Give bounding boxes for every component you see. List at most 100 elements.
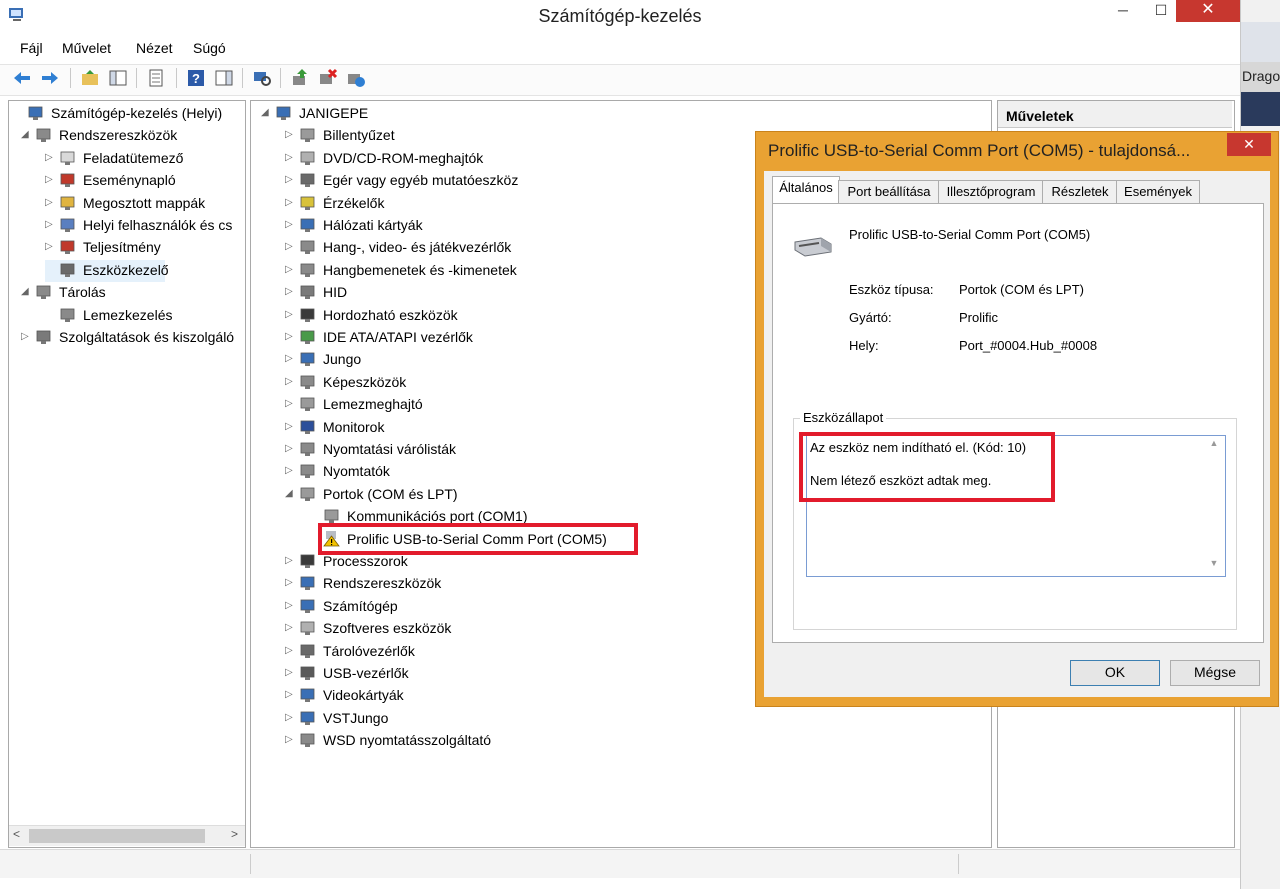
device-icon xyxy=(299,374,316,390)
cancel-button[interactable]: Mégse xyxy=(1170,660,1260,686)
menu-file[interactable]: Fájl xyxy=(20,40,43,56)
device-icon xyxy=(323,508,340,524)
device-icon xyxy=(299,127,316,143)
expand-arrow-icon[interactable]: ▷ xyxy=(45,148,57,168)
expand-arrow-icon[interactable]: ▷ xyxy=(285,125,297,145)
expand-arrow-icon[interactable]: ▷ xyxy=(285,372,297,392)
expand-arrow-icon[interactable]: ▷ xyxy=(285,461,297,481)
expand-arrow-icon[interactable]: ▷ xyxy=(285,663,297,683)
collapse-arrow-icon[interactable]: ◢ xyxy=(285,484,297,504)
device-name: Prolific USB-to-Serial Comm Port (COM5) xyxy=(849,227,1091,242)
tab-details[interactable]: Részletek xyxy=(1042,180,1118,203)
row-label: IDE ATA/ATAPI vezérlők xyxy=(323,329,473,345)
scroll-left-icon[interactable]: < xyxy=(13,827,20,841)
row-label: Érzékelők xyxy=(323,194,385,211)
expand-arrow-icon[interactable]: ▷ xyxy=(285,282,297,302)
collapse-arrow-icon[interactable]: ◢ xyxy=(261,103,273,123)
expand-arrow-icon[interactable]: ▷ xyxy=(285,708,297,728)
maximize-button[interactable]: ☐ xyxy=(1146,0,1176,22)
status-bar xyxy=(0,849,1240,878)
expand-arrow-icon[interactable]: ▷ xyxy=(285,215,297,235)
row-label: Teljesítmény xyxy=(83,239,161,256)
expand-arrow-icon[interactable]: ▷ xyxy=(285,260,297,280)
expand-arrow-icon[interactable]: ▷ xyxy=(285,730,297,750)
device-status-legend: Eszközállapot xyxy=(800,410,887,425)
expand-arrow-icon[interactable]: ▷ xyxy=(285,237,297,257)
device-icon xyxy=(299,195,316,211)
horizontal-scrollbar[interactable]: < > xyxy=(9,825,245,846)
scroll-right-icon[interactable]: > xyxy=(231,827,238,841)
scan-hardware-icon[interactable] xyxy=(252,68,272,88)
expand-arrow-icon[interactable]: ▷ xyxy=(285,618,297,638)
help-icon[interactable]: ? xyxy=(186,68,206,88)
action-pane-icon[interactable] xyxy=(214,68,234,88)
minimize-button[interactable]: ─ xyxy=(1100,0,1146,22)
expand-arrow-icon[interactable]: ▷ xyxy=(285,327,297,347)
device-icon xyxy=(299,419,316,435)
dialog-title: Prolific USB-to-Serial Comm Port (COM5) … xyxy=(768,141,1191,160)
expand-arrow-icon[interactable]: ▷ xyxy=(285,596,297,616)
expand-arrow-icon[interactable]: ▷ xyxy=(285,170,297,190)
tree-item[interactable]: Eszközkezelő xyxy=(45,259,169,282)
row-label: Tárolás xyxy=(59,284,106,301)
device-icon xyxy=(299,710,316,726)
menu-view[interactable]: Nézet xyxy=(136,40,173,56)
show-tree-icon[interactable] xyxy=(108,68,128,88)
properties-icon[interactable] xyxy=(146,68,166,88)
row-label: Tárolóvezérlők xyxy=(323,642,415,659)
toolbar-separator xyxy=(242,68,243,88)
status-divider xyxy=(958,854,959,874)
tab-general[interactable]: Általános xyxy=(772,176,840,204)
device-type-value: Portok (COM és LPT) xyxy=(959,282,1084,297)
dialog-close-button[interactable]: ✕ xyxy=(1227,133,1271,156)
enable-device-icon[interactable] xyxy=(346,68,366,88)
device-icon xyxy=(299,665,316,681)
expand-arrow-icon[interactable]: ▷ xyxy=(285,417,297,437)
collapse-arrow-icon[interactable]: ◢ xyxy=(21,125,33,145)
close-button[interactable]: ✕ xyxy=(1176,0,1240,22)
navigation-tree: Számítógép-kezelés (Helyi) ◢ Rendszereszkö… xyxy=(8,100,246,848)
row-label: Hang-, video- és játékvezérlők xyxy=(323,239,512,256)
expand-arrow-icon[interactable]: ▷ xyxy=(285,193,297,213)
expand-arrow-icon[interactable]: ▷ xyxy=(45,170,57,190)
ok-button[interactable]: OK xyxy=(1070,660,1160,686)
expand-arrow-icon[interactable]: ▷ xyxy=(285,394,297,414)
expand-arrow-icon[interactable]: ▷ xyxy=(285,439,297,459)
expand-arrow-icon[interactable]: ▷ xyxy=(45,193,57,213)
scroll-up-icon[interactable]: ▲ xyxy=(1207,438,1221,452)
services-icon xyxy=(35,329,52,345)
expand-arrow-icon[interactable]: ▷ xyxy=(45,215,57,235)
menu-help[interactable]: Súgó xyxy=(193,40,226,56)
expand-arrow-icon[interactable]: ▷ xyxy=(45,237,57,257)
expand-arrow-icon[interactable]: ▷ xyxy=(21,327,33,347)
expand-arrow-icon[interactable]: ▷ xyxy=(285,551,297,571)
tab-driver[interactable]: Illesztőprogram xyxy=(938,180,1044,203)
row-label: Nyomtatási várólisták xyxy=(323,441,457,457)
expand-arrow-icon[interactable]: ▷ xyxy=(285,305,297,325)
scrollbar-thumb[interactable] xyxy=(29,829,205,843)
expand-arrow-icon[interactable]: ▷ xyxy=(285,148,297,168)
location-value: Port_#0004.Hub_#0008 xyxy=(959,338,1098,353)
up-folder-icon[interactable] xyxy=(80,68,100,88)
update-driver-icon[interactable] xyxy=(290,68,310,88)
forward-arrow-icon[interactable] xyxy=(40,68,60,88)
row-label: Eseménynapló xyxy=(83,172,176,189)
back-arrow-icon[interactable] xyxy=(12,68,32,88)
tab-port-settings[interactable]: Port beállítása xyxy=(838,180,940,203)
device-icon xyxy=(299,553,316,569)
row-label: Lemezmeghajtó xyxy=(323,396,423,413)
menu-action[interactable]: Művelet xyxy=(62,40,111,56)
row-label: Billentyűzet xyxy=(323,127,395,144)
expand-arrow-icon[interactable]: ▷ xyxy=(285,685,297,705)
uninstall-device-icon[interactable] xyxy=(318,68,338,88)
collapse-arrow-icon[interactable]: ◢ xyxy=(21,282,33,302)
expand-arrow-icon[interactable]: ▷ xyxy=(285,641,297,661)
scroll-down-icon[interactable]: ▼ xyxy=(1207,558,1221,572)
tab-events[interactable]: Események xyxy=(1116,180,1200,203)
location-label: Hely: xyxy=(849,338,879,353)
row-label: VSTJungo xyxy=(323,709,389,726)
row-label: Számítógép-kezelés (Helyi) xyxy=(51,105,223,121)
expand-arrow-icon[interactable]: ▷ xyxy=(285,573,297,593)
device-icon xyxy=(299,732,316,748)
expand-arrow-icon[interactable]: ▷ xyxy=(285,349,297,369)
